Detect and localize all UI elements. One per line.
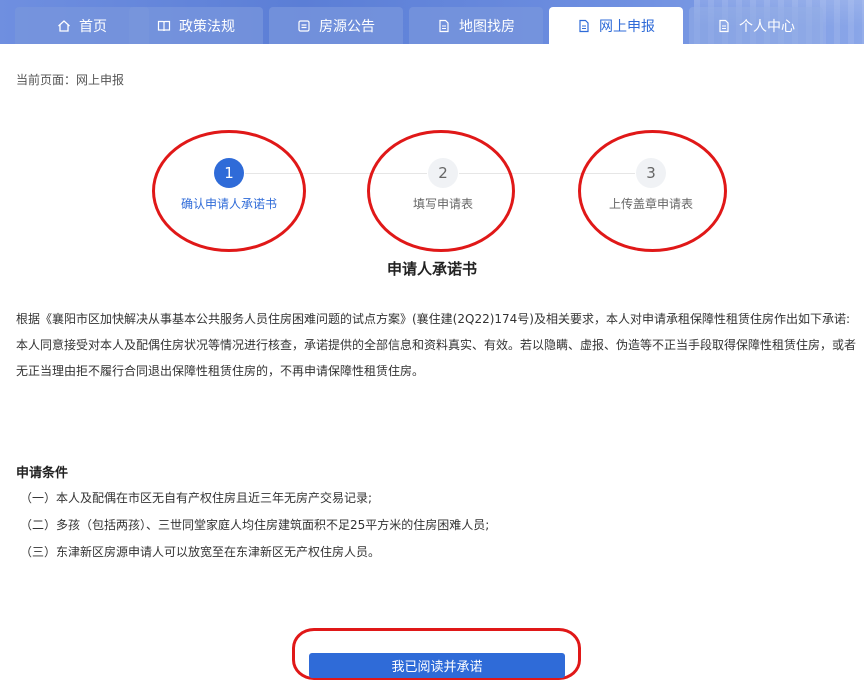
- commitment-body: 根据《襄阳市区加快解决从事基本公共服务人员住房困难问题的试点方案》(襄住建(2Q…: [16, 306, 858, 384]
- annotation-ellipse: [367, 130, 515, 252]
- document-icon: [437, 19, 451, 33]
- step-1-circle: 1: [214, 158, 244, 188]
- tab-policies-label: 政策法规: [179, 18, 235, 35]
- annotation-ellipse: [578, 130, 727, 252]
- condition-item: （二）多孩（包括两孩）、三世同堂家庭人均住房建筑面积不足25平方米的住房困难人员…: [20, 518, 490, 532]
- tab-housing-notices-label: 房源公告: [319, 18, 375, 35]
- top-nav: 首页 政策法规 房源公告 地图找房 网上申报 个人中心: [0, 0, 864, 44]
- commitment-paragraph: 本人同意接受对本人及配偶住房状况等情况进行核查，承诺提供的全部信息和资料真实、有…: [16, 338, 857, 378]
- condition-item: （三）东津新区房源申请人可以放宽至在东津新区无产权住房人员。: [20, 545, 381, 559]
- tab-map-search[interactable]: 地图找房: [409, 7, 543, 44]
- tab-policies[interactable]: 政策法规: [129, 7, 263, 44]
- condition-item: （一）本人及配偶在市区无自有产权住房且近三年无房产交易记录;: [20, 491, 373, 505]
- tab-online-application[interactable]: 网上申报: [549, 7, 683, 44]
- commitment-paragraph: 根据《襄阳市区加快解决从事基本公共服务人员住房困难问题的试点方案》(襄住建(2Q…: [16, 312, 851, 326]
- step-3-circle: 3: [636, 158, 666, 188]
- step-2-circle: 2: [428, 158, 458, 188]
- step-connector: [245, 173, 427, 174]
- home-icon: [57, 19, 71, 33]
- step-1-label: 确认申请人承诺书: [180, 197, 278, 211]
- document-icon: [717, 19, 731, 33]
- conditions-list: （一）本人及配偶在市区无自有产权住房且近三年无房产交易记录; （二）多孩（包括两…: [20, 485, 489, 566]
- tab-personal-center-label: 个人中心: [739, 18, 795, 35]
- book-icon: [157, 19, 171, 33]
- tab-map-search-label: 地图找房: [459, 18, 515, 35]
- tab-housing-notices[interactable]: 房源公告: [269, 7, 403, 44]
- agree-button[interactable]: 我已阅读并承诺: [309, 653, 565, 678]
- commitment-title: 申请人承诺书: [386, 260, 477, 278]
- tab-home-label: 首页: [79, 18, 107, 35]
- step-3-label: 上传盖章申请表: [608, 197, 694, 211]
- annotation-ellipse: [152, 130, 306, 252]
- step-connector: [459, 173, 635, 174]
- notice-icon: [297, 19, 311, 33]
- conditions-title: 申请条件: [16, 466, 69, 481]
- breadcrumb: 当前页面：网上申报: [16, 73, 125, 87]
- tab-online-application-label: 网上申报: [599, 18, 655, 35]
- document-icon: [577, 19, 591, 33]
- tab-personal-center[interactable]: 个人中心: [689, 7, 823, 44]
- step-2-label: 填写申请表: [412, 197, 474, 211]
